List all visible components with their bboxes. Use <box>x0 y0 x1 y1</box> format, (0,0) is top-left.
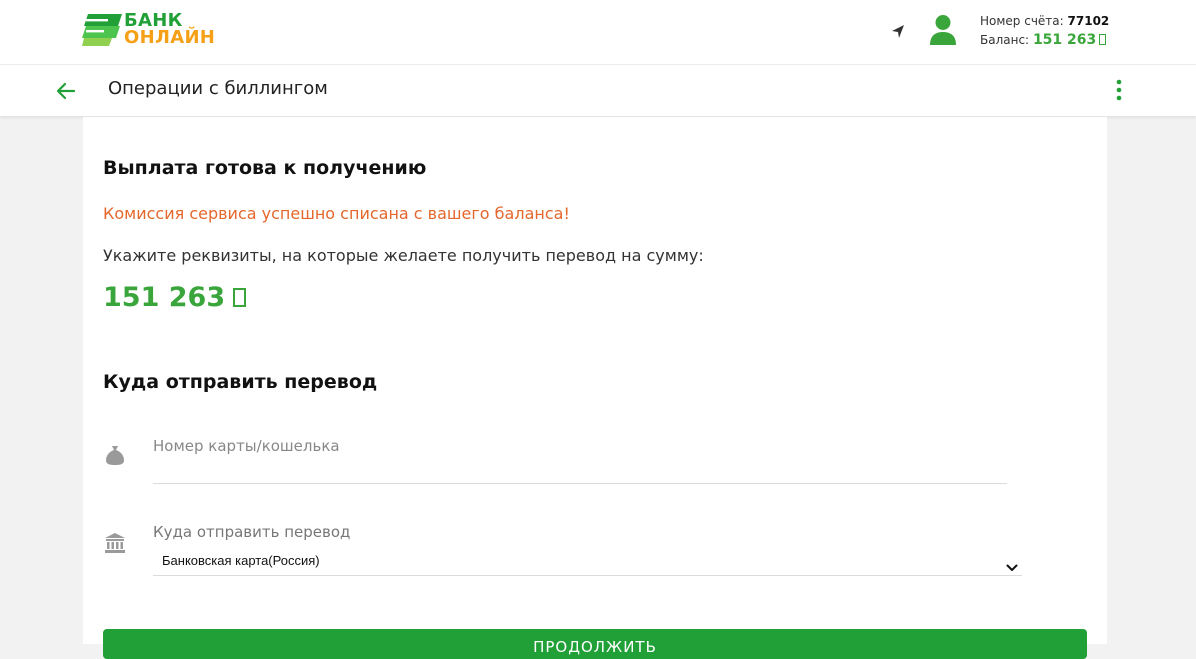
top-header: БАНК ОНЛАЙН Номер счёта: 77102 Баланс: 1… <box>0 0 1196 65</box>
success-message: Комиссия сервиса успешно списана с вашег… <box>103 204 570 223</box>
destination-select[interactable]: Банковская карта(Россия) <box>153 548 1022 576</box>
user-icon[interactable] <box>928 14 958 46</box>
card-number-input[interactable] <box>153 430 1007 484</box>
balance-label: Баланс: <box>980 33 1030 47</box>
logo-line-2: ОНЛАЙН <box>124 27 216 48</box>
destination-select-value: Банковская карта(Россия) <box>162 553 320 568</box>
continue-button[interactable]: ПРОДОЛЖИТЬ <box>103 629 1087 659</box>
currency-icon <box>1099 34 1107 45</box>
arrow-left-icon[interactable] <box>54 79 78 103</box>
account-info: Номер счёта: 77102 Баланс: 151 263 <box>980 12 1109 50</box>
payout-card: Выплата готова к получению Комиссия серв… <box>83 117 1107 659</box>
account-number-label: Номер счёта: <box>980 14 1064 28</box>
payout-amount-value: 151 263 <box>103 282 226 313</box>
payout-amount: 151 263 <box>103 282 247 313</box>
instruction-text: Укажите реквизиты, на которые желаете по… <box>103 246 704 265</box>
destination-label: Куда отправить перевод <box>153 523 351 541</box>
destination-heading: Куда отправить перевод <box>103 371 378 393</box>
logo-icon <box>82 12 122 46</box>
balance-amount: 151 263 <box>1032 32 1097 48</box>
bank-logo[interactable]: БАНК ОНЛАЙН <box>82 11 215 47</box>
payout-heading: Выплата готова к получению <box>103 157 427 179</box>
more-vertical-icon[interactable] <box>1110 77 1128 103</box>
balance-value: 151 263 <box>1032 32 1107 48</box>
currency-icon <box>233 288 247 307</box>
title-bar: Операции с биллингом <box>0 65 1196 116</box>
money-bag-icon <box>105 444 125 466</box>
logo-text: БАНК ОНЛАЙН <box>124 12 216 48</box>
chevron-down-icon <box>1006 557 1018 571</box>
balance-row: Баланс: 151 263 <box>980 31 1109 50</box>
location-arrow-icon[interactable] <box>889 23 907 41</box>
account-number-value: 77102 <box>1067 14 1110 28</box>
bank-icon <box>104 532 126 554</box>
page-title: Операции с биллингом <box>108 78 328 99</box>
account-number-row: Номер счёта: 77102 <box>980 12 1109 31</box>
